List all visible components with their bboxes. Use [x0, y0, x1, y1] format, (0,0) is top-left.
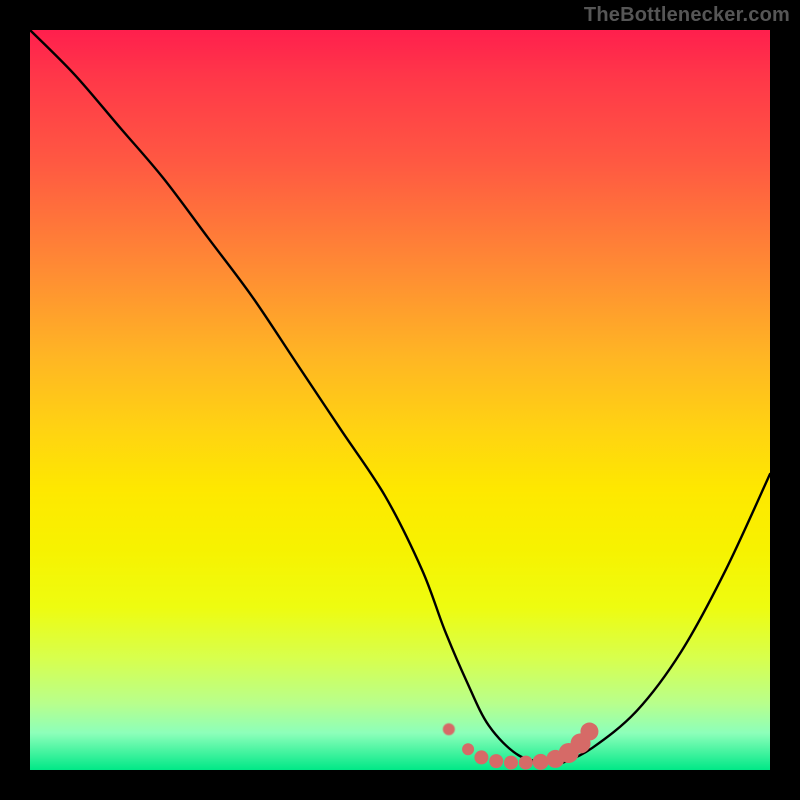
attribution-text: TheBottlenecker.com — [584, 4, 790, 27]
valley-marker — [489, 754, 503, 768]
valley-marker — [462, 743, 474, 755]
chart-container: TheBottlenecker.com — [0, 0, 800, 800]
curve-path — [30, 30, 770, 764]
valley-marker — [533, 754, 549, 770]
valley-marker — [474, 750, 488, 764]
valley-markers — [443, 723, 599, 770]
valley-marker — [443, 723, 455, 735]
chart-svg — [30, 30, 770, 770]
plot-area — [30, 30, 770, 770]
valley-marker — [504, 756, 518, 770]
valley-marker — [580, 723, 598, 741]
valley-marker — [519, 756, 533, 770]
